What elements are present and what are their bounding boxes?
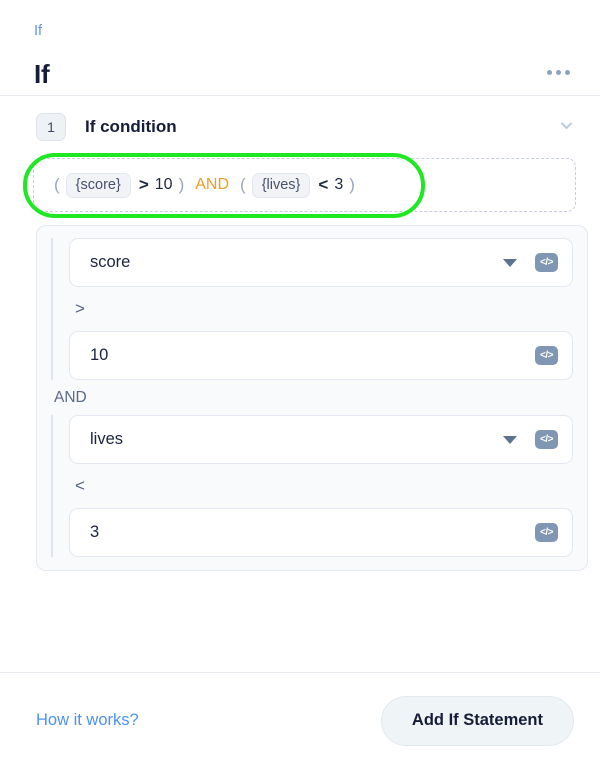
section-title: If condition (85, 117, 177, 136)
condition-group-2: lives </> < 3 </> (51, 415, 573, 557)
condition-value-input-2[interactable]: 3 </> (69, 508, 573, 557)
variable-token-lives: {lives} (251, 172, 311, 198)
close-paren: ) (178, 175, 185, 194)
expression-preview[interactable]: ( {score} > 10 ) AND ( {lives} < 3 ) (33, 158, 576, 212)
condition-operator-2[interactable]: < (69, 464, 573, 508)
how-it-works-link[interactable]: How it works? (36, 711, 139, 730)
condition-value-input-1[interactable]: 10 </> (69, 331, 573, 380)
close-paren: ) (349, 175, 355, 194)
operator-lt: < (318, 175, 329, 194)
value-10: 10 (154, 176, 173, 193)
chevron-down-icon[interactable] (503, 258, 517, 267)
condition-builder-card: score </> > 10 </> AND lives </> < 3 </> (36, 225, 588, 571)
ellipsis-dot (565, 70, 570, 75)
value-3: 3 (334, 176, 344, 193)
logic-and: AND (195, 176, 230, 193)
condition-value-2: 3 (90, 523, 100, 541)
open-paren: ( (240, 175, 246, 194)
ellipsis-icon[interactable] (547, 70, 570, 75)
condition-group-1: score </> > 10 </> (51, 238, 573, 380)
code-icon[interactable]: </> (535, 253, 558, 272)
expression-text: ( {score} > 10 ) AND ( {lives} < 3 ) (50, 172, 359, 198)
step-badge: 1 (36, 113, 66, 141)
condition-field-value-2: lives (90, 430, 124, 448)
add-if-statement-button[interactable]: Add If Statement (380, 695, 574, 746)
chevron-down-icon[interactable] (503, 435, 517, 444)
ellipsis-dot (547, 70, 552, 75)
logic-operator-label[interactable]: AND (51, 380, 573, 415)
chevron-down-icon[interactable] (559, 118, 574, 133)
condition-value-1: 10 (90, 346, 109, 364)
condition-field-select-1[interactable]: score </> (69, 238, 573, 287)
condition-field-value-1: score (90, 253, 131, 271)
variable-token-score: {score} (65, 172, 131, 198)
code-icon[interactable]: </> (535, 430, 558, 449)
code-icon[interactable]: </> (535, 346, 558, 365)
page-header: If If (0, 0, 600, 96)
condition-field-select-2[interactable]: lives </> (69, 415, 573, 464)
open-paren: ( (54, 175, 60, 194)
code-icon[interactable]: </> (535, 523, 558, 542)
if-condition-section-header: 1 If condition (0, 96, 600, 158)
page-title: If (34, 58, 50, 89)
breadcrumb[interactable]: If (34, 24, 42, 39)
page-footer: How it works? Add If Statement (0, 673, 600, 768)
expression-preview-wrapper: ( {score} > 10 ) AND ( {lives} < 3 ) (23, 153, 588, 218)
condition-operator-1[interactable]: > (69, 287, 573, 331)
operator-gt: > (138, 175, 149, 194)
ellipsis-dot (556, 70, 561, 75)
